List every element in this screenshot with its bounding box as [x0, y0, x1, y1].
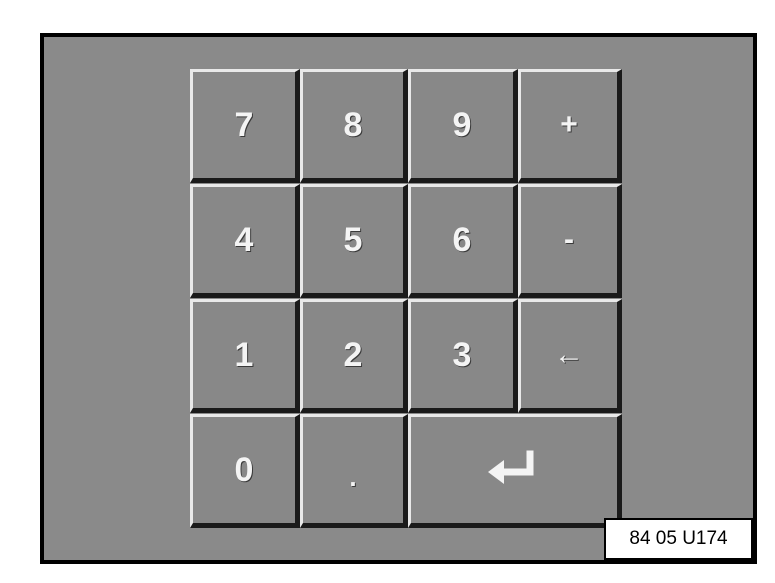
key-4[interactable]: 4	[190, 184, 300, 298]
key-decimal-point[interactable]: .	[300, 414, 408, 528]
key-0[interactable]: 0	[190, 414, 300, 528]
key-enter[interactable]	[408, 414, 622, 528]
figure-code-label: 84 05 U174	[604, 518, 753, 560]
key-minus[interactable]: -	[518, 184, 622, 298]
key-9[interactable]: 9	[408, 69, 518, 183]
enter-icon	[482, 450, 546, 490]
key-3[interactable]: 3	[408, 299, 518, 413]
keypad-panel: 7 8 9 + 4 5 6 - 1 2 3 ← 0 . 84 05 U174	[40, 33, 757, 564]
key-1[interactable]: 1	[190, 299, 300, 413]
key-7[interactable]: 7	[190, 69, 300, 183]
key-backspace[interactable]: ←	[518, 299, 622, 413]
key-2[interactable]: 2	[300, 299, 408, 413]
key-5[interactable]: 5	[300, 184, 408, 298]
key-plus[interactable]: +	[518, 69, 622, 183]
key-6[interactable]: 6	[408, 184, 518, 298]
key-8[interactable]: 8	[300, 69, 408, 183]
